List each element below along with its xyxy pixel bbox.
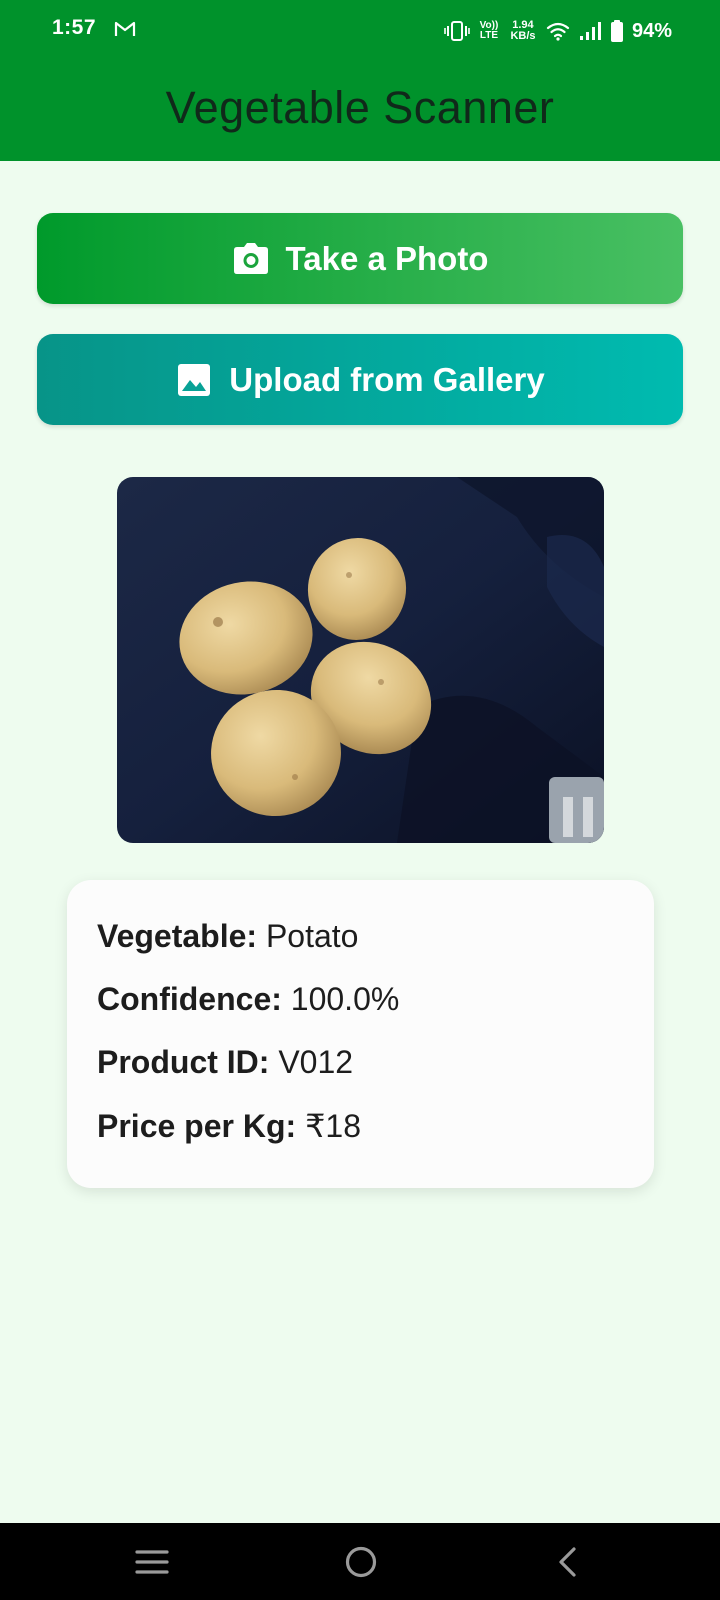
scanned-vegetable-image	[117, 477, 604, 843]
take-photo-label: Take a Photo	[285, 239, 489, 277]
result-card: Vegetable: Potato Confidence: 100.0% Pro…	[67, 880, 654, 1188]
product-id-row: Product ID: V012	[97, 1044, 353, 1081]
recent-apps-button[interactable]	[127, 1537, 177, 1587]
confidence-value: 100.0%	[290, 981, 400, 1017]
price-label: Price per Kg:	[97, 1108, 297, 1144]
upload-gallery-button[interactable]: Upload from Gallery	[37, 334, 683, 425]
menu-icon	[135, 1550, 169, 1574]
vegetable-value: Potato	[265, 918, 359, 954]
battery-percent: 94%	[631, 19, 672, 42]
volte-bottom: LTE	[479, 30, 499, 41]
back-icon	[559, 1547, 576, 1577]
price-value: ₹18	[305, 1108, 362, 1144]
wifi-icon	[546, 22, 570, 41]
potato-photo	[117, 477, 604, 843]
network-speed: 1.94 KB/s	[508, 20, 538, 42]
image-icon	[178, 363, 211, 396]
back-button[interactable]	[542, 1537, 592, 1587]
home-icon	[345, 1546, 377, 1578]
confidence-label: Confidence:	[97, 981, 282, 1017]
confidence-row: Confidence: 100.0%	[97, 981, 399, 1018]
network-speed-unit: KB/s	[510, 30, 536, 42]
app-header: 1:57 Vo)) LTE 1.94 KB/s 94% Vegetable Sc…	[0, 0, 720, 161]
take-photo-button[interactable]: Take a Photo	[37, 213, 683, 304]
navigation-bar	[0, 1523, 720, 1600]
camera-icon	[233, 242, 268, 274]
product-id-label: Product ID:	[97, 1044, 270, 1080]
home-button[interactable]	[336, 1537, 386, 1587]
battery-icon	[610, 20, 623, 42]
price-row: Price per Kg: ₹18	[97, 1107, 361, 1145]
upload-gallery-label: Upload from Gallery	[229, 360, 545, 398]
status-bar: 1:57 Vo)) LTE 1.94 KB/s 94%	[0, 0, 720, 60]
vegetable-row: Vegetable: Potato	[97, 918, 358, 955]
status-icons: Vo)) LTE 1.94 KB/s 94%	[444, 14, 672, 48]
volte-icon: Vo)) LTE	[478, 21, 500, 41]
gmail-icon	[114, 21, 136, 36]
signal-icon	[579, 22, 601, 40]
vegetable-label: Vegetable:	[97, 918, 258, 954]
app-title: Vegetable Scanner	[165, 82, 555, 133]
status-time: 1:57	[52, 16, 97, 39]
product-id-value: V012	[278, 1044, 354, 1080]
vibrate-icon	[444, 21, 470, 41]
